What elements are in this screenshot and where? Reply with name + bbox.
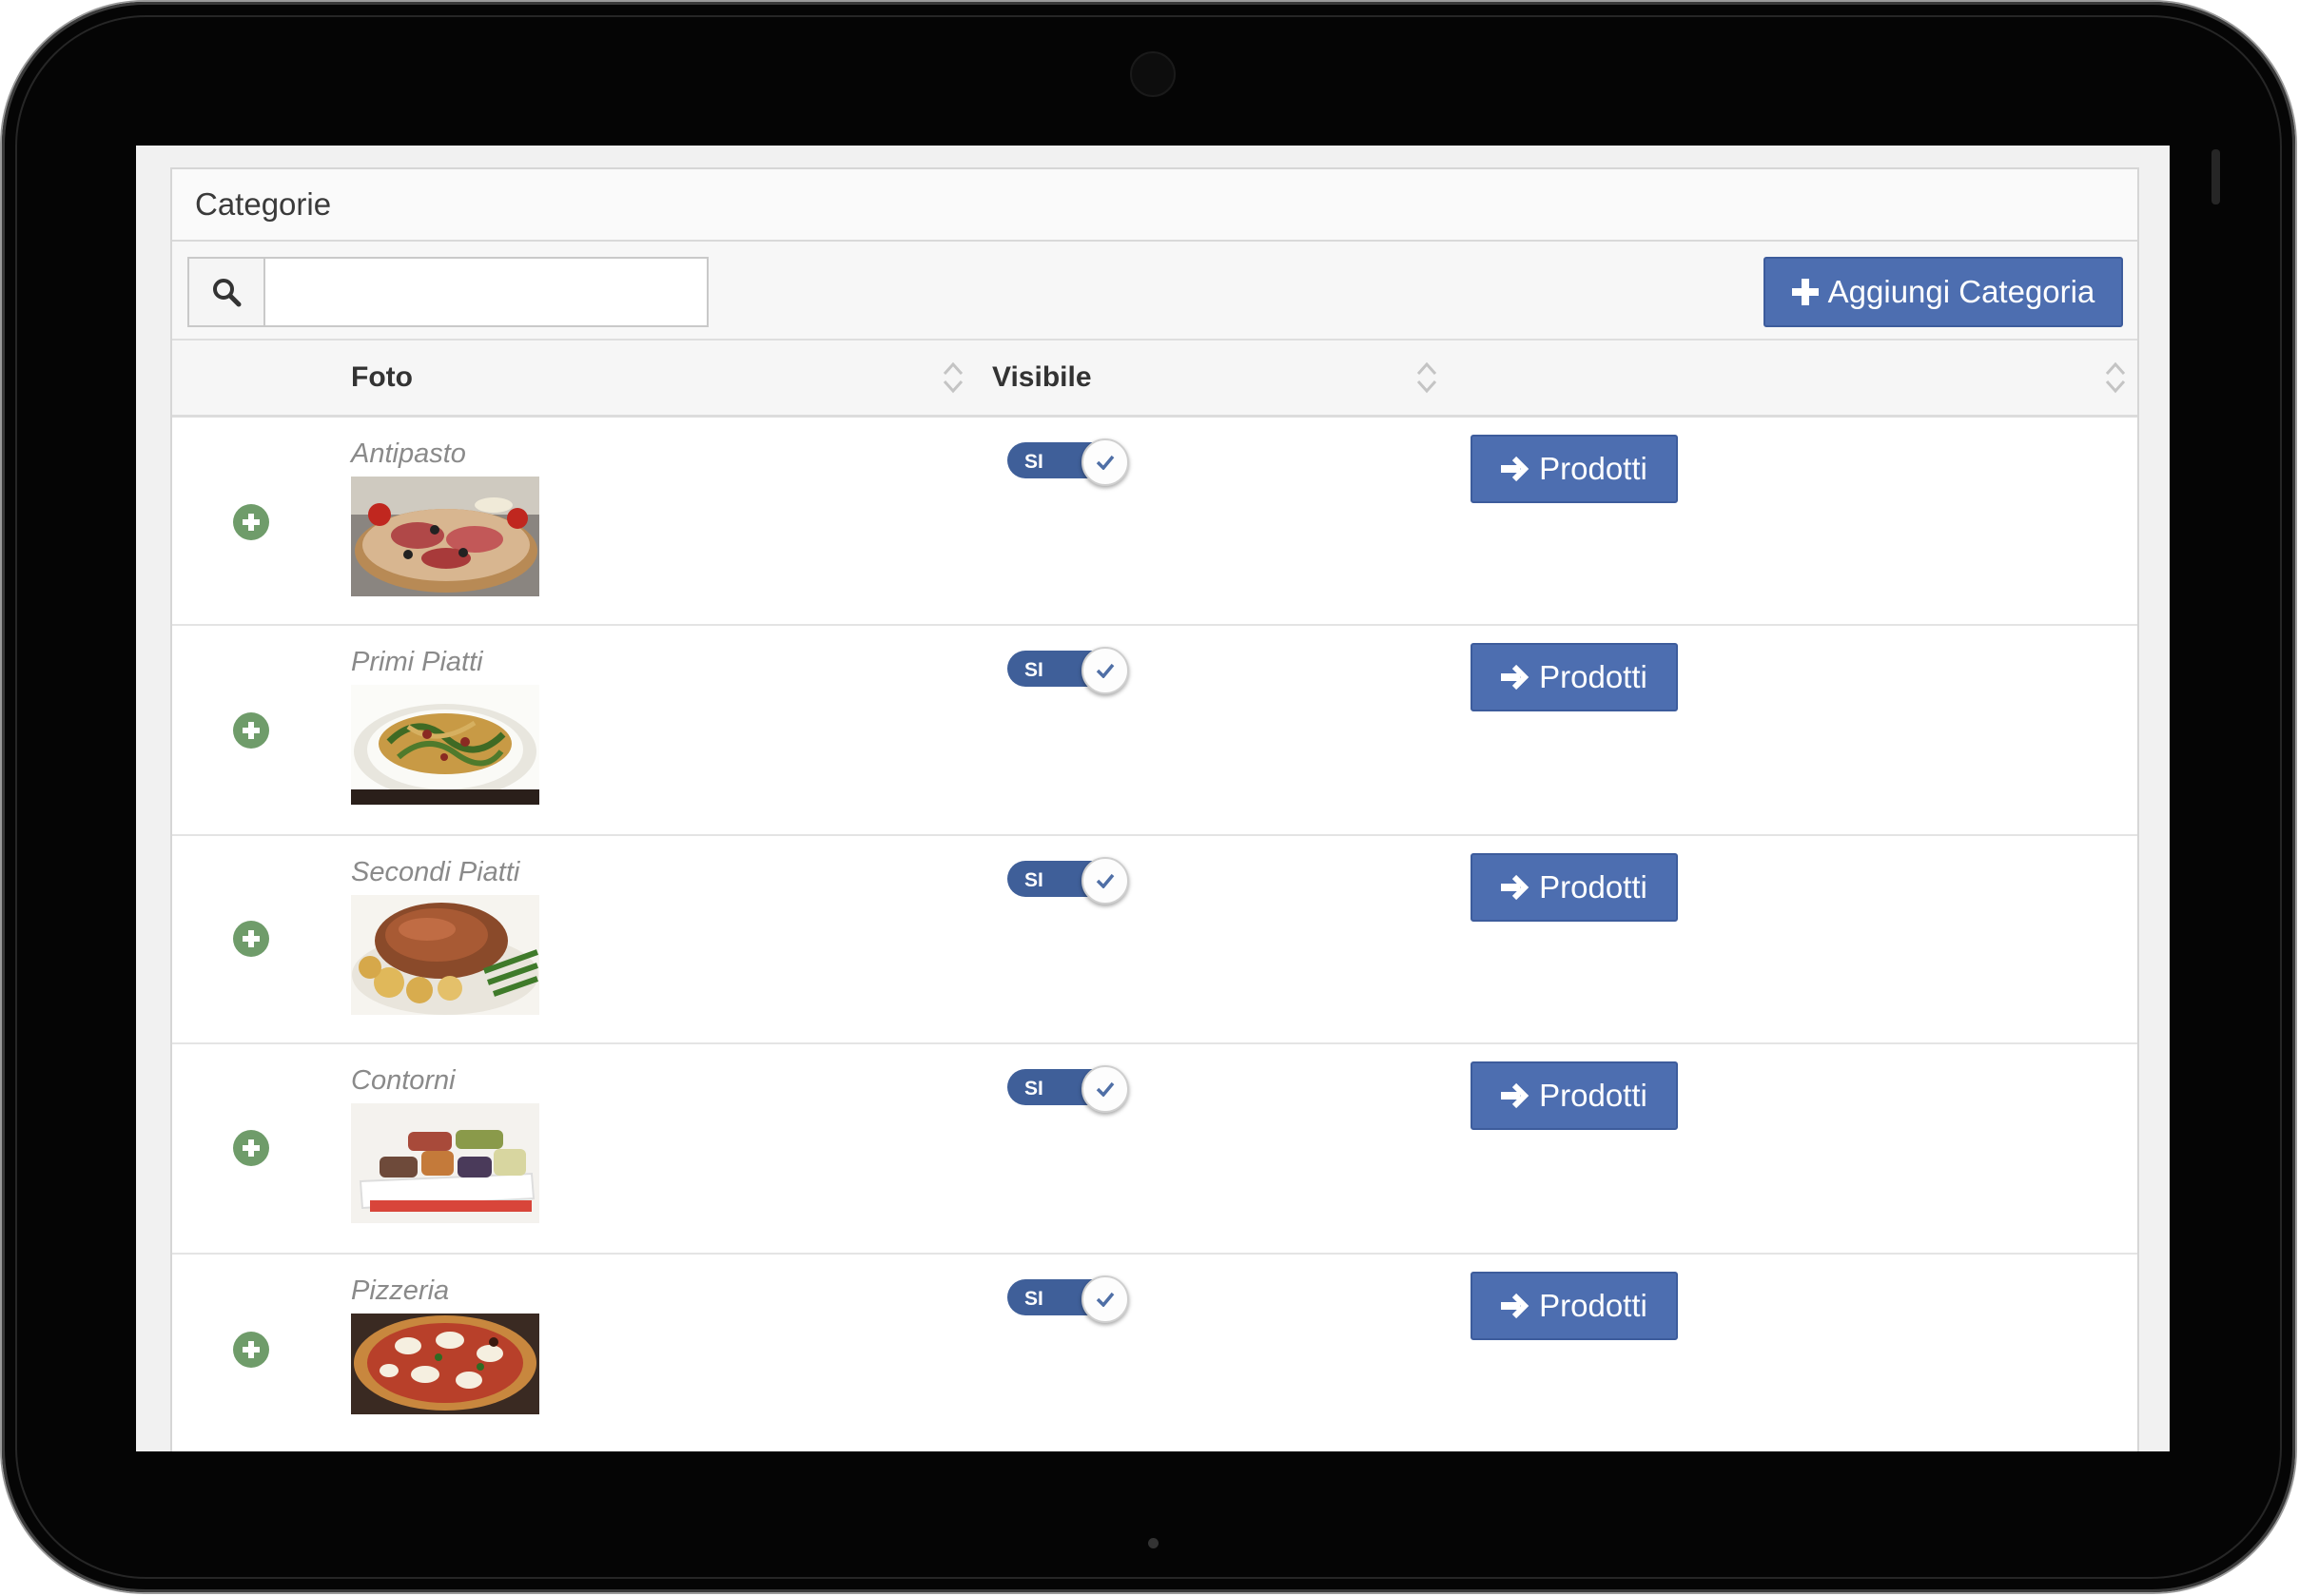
search-group bbox=[187, 257, 709, 327]
sort-icon[interactable] bbox=[941, 360, 965, 396]
table-row: Antipasto SI Prodotti bbox=[172, 418, 2137, 626]
category-name: Primi Piatti bbox=[351, 647, 483, 677]
category-photo bbox=[351, 685, 539, 805]
check-icon bbox=[1096, 1292, 1115, 1307]
products-label: Prodotti bbox=[1539, 659, 1647, 694]
panel-header: Categorie bbox=[172, 169, 2137, 242]
expand-plus-icon[interactable] bbox=[233, 921, 269, 957]
add-category-button[interactable]: Aggiungi Categoria bbox=[1763, 257, 2123, 327]
categories-panel: Categorie Aggiungi Categoria Foto Visibi… bbox=[170, 167, 2139, 1451]
check-icon bbox=[1096, 1081, 1115, 1097]
column-header-visibile[interactable]: Visibile bbox=[992, 341, 1092, 415]
visibility-toggle[interactable]: SI bbox=[1007, 1275, 1129, 1323]
search-button[interactable] bbox=[187, 257, 265, 327]
expand-plus-icon[interactable] bbox=[233, 712, 269, 749]
table-row: Primi Piatti SI Prodotti bbox=[172, 626, 2137, 836]
table-row: Contorni SI Prodotti bbox=[172, 1044, 2137, 1255]
category-photo bbox=[351, 1103, 539, 1223]
visibility-toggle[interactable]: SI bbox=[1007, 438, 1129, 486]
products-label: Prodotti bbox=[1539, 1288, 1647, 1323]
expand-plus-icon[interactable] bbox=[233, 1130, 269, 1166]
column-label-visibile: Visibile bbox=[992, 361, 1092, 393]
products-button[interactable]: Prodotti bbox=[1471, 643, 1678, 711]
arrow-right-icon bbox=[1501, 456, 1529, 482]
expand-plus-icon[interactable] bbox=[233, 1332, 269, 1368]
home-indicator bbox=[1148, 1538, 1159, 1548]
toggle-knob bbox=[1081, 647, 1129, 694]
products-button[interactable]: Prodotti bbox=[1471, 1061, 1678, 1130]
toggle-label: SI bbox=[1024, 869, 1043, 891]
toggle-label: SI bbox=[1024, 659, 1043, 681]
toggle-label: SI bbox=[1024, 1078, 1043, 1100]
toggle-knob bbox=[1081, 438, 1129, 486]
camera-icon bbox=[1130, 51, 1176, 97]
check-icon bbox=[1096, 663, 1115, 678]
tablet-frame: Categorie Aggiungi Categoria Foto Visibi… bbox=[2, 2, 2295, 1592]
category-name: Contorni bbox=[351, 1065, 456, 1096]
toggle-knob bbox=[1081, 1275, 1129, 1323]
products-label: Prodotti bbox=[1539, 869, 1647, 905]
tablet-side-button bbox=[2211, 149, 2220, 204]
visibility-toggle[interactable]: SI bbox=[1007, 1065, 1129, 1113]
sort-icon[interactable] bbox=[2103, 360, 2128, 396]
sort-icon[interactable] bbox=[1414, 360, 1439, 396]
column-label-foto: Foto bbox=[351, 361, 413, 393]
screen: Categorie Aggiungi Categoria Foto Visibi… bbox=[136, 146, 2170, 1451]
toggle-label: SI bbox=[1024, 451, 1043, 473]
category-name: Antipasto bbox=[351, 438, 466, 469]
search-input[interactable] bbox=[265, 257, 709, 327]
category-photo bbox=[351, 1314, 539, 1414]
table-row: Secondi Piatti SI Prodotti bbox=[172, 836, 2137, 1044]
expand-plus-icon[interactable] bbox=[233, 504, 269, 540]
products-button[interactable]: Prodotti bbox=[1471, 435, 1678, 503]
products-button[interactable]: Prodotti bbox=[1471, 853, 1678, 922]
category-photo bbox=[351, 895, 539, 1015]
arrow-right-icon bbox=[1501, 1082, 1529, 1109]
products-label: Prodotti bbox=[1539, 1078, 1647, 1113]
table-row: Pizzeria SI Prodotti bbox=[172, 1255, 2137, 1451]
search-icon bbox=[213, 279, 242, 307]
panel-title: Categorie bbox=[195, 186, 332, 222]
check-icon bbox=[1096, 455, 1115, 470]
category-photo bbox=[351, 477, 539, 596]
plus-icon bbox=[1791, 279, 1819, 305]
table-header: Foto Visibile bbox=[172, 341, 2137, 418]
toggle-label: SI bbox=[1024, 1288, 1043, 1310]
toggle-knob bbox=[1081, 857, 1129, 905]
visibility-toggle[interactable]: SI bbox=[1007, 857, 1129, 905]
arrow-right-icon bbox=[1501, 874, 1529, 901]
category-name: Pizzeria bbox=[351, 1275, 450, 1306]
products-button[interactable]: Prodotti bbox=[1471, 1272, 1678, 1340]
check-icon bbox=[1096, 873, 1115, 888]
toggle-knob bbox=[1081, 1065, 1129, 1113]
category-name: Secondi Piatti bbox=[351, 857, 520, 887]
arrow-right-icon bbox=[1501, 1293, 1529, 1319]
add-category-label: Aggiungi Categoria bbox=[1827, 274, 2095, 309]
arrow-right-icon bbox=[1501, 664, 1529, 691]
column-header-foto[interactable]: Foto bbox=[351, 341, 413, 415]
toolbar: Aggiungi Categoria bbox=[172, 242, 2137, 341]
visibility-toggle[interactable]: SI bbox=[1007, 647, 1129, 694]
products-label: Prodotti bbox=[1539, 451, 1647, 486]
